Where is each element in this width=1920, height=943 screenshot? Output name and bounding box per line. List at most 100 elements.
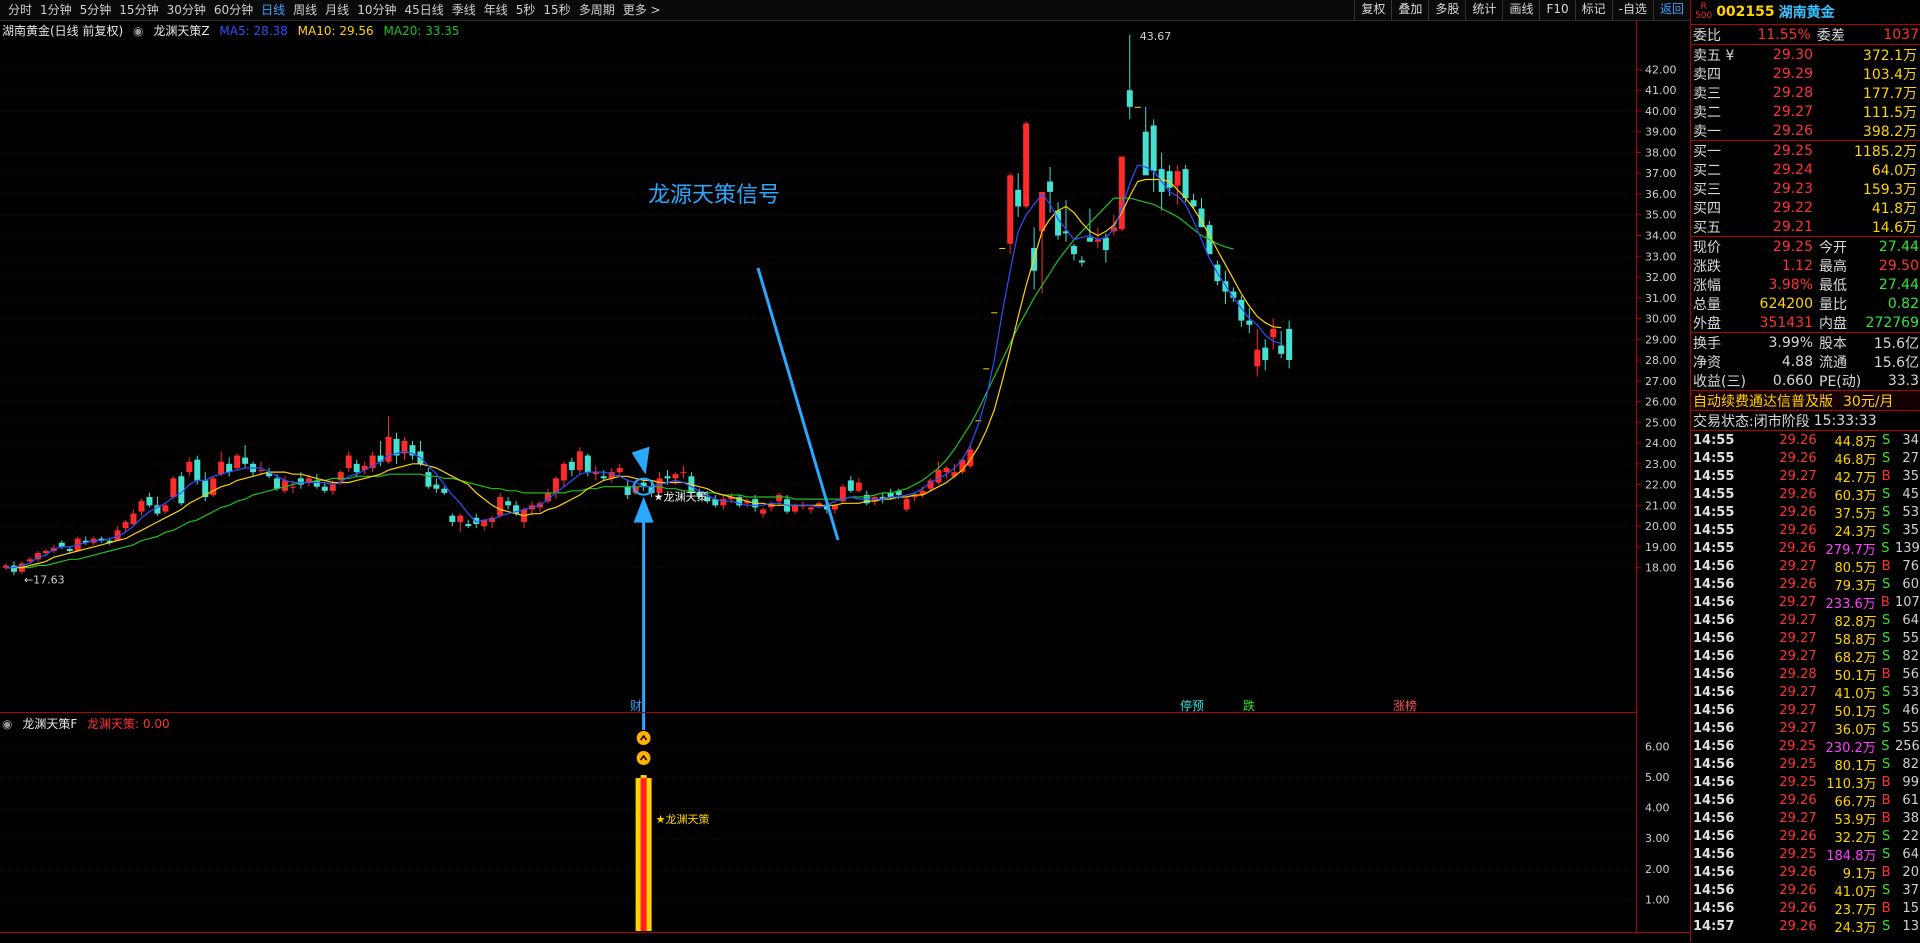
- stat-label: 外盘: [1693, 315, 1721, 332]
- period-tab[interactable]: 15分钟: [115, 0, 162, 20]
- tick-row[interactable]: 14:56 29.26 32.2万 S 22: [1691, 827, 1920, 846]
- period-tab[interactable]: 日线: [257, 0, 289, 20]
- tick-side: S: [1882, 432, 1891, 448]
- indicator-toggle-icon[interactable]: ◉: [133, 24, 143, 38]
- stat-row: 外盘 351431 内盘 272769: [1691, 313, 1920, 332]
- tick-row[interactable]: 14:56 29.26 9.1万 B 20: [1691, 863, 1920, 882]
- tick-volume: 24.3万: [1834, 524, 1877, 540]
- ask-row: 卖一 29.26 398.2万: [1691, 121, 1920, 140]
- tick-row[interactable]: 14:56 29.26 66.7万 B 61: [1691, 791, 1920, 810]
- tick-row[interactable]: 14:56 29.25 80.1万 S 82: [1691, 755, 1920, 774]
- period-tab[interactable]: 年线: [480, 0, 512, 20]
- tick-row[interactable]: 14:55 29.26 279.7万 S 139: [1691, 539, 1920, 558]
- tick-row[interactable]: 14:56 29.25 110.3万 B 99: [1691, 773, 1920, 792]
- candle-body: [138, 501, 145, 512]
- period-tab[interactable]: 月线: [321, 0, 353, 20]
- sub-indicator-name[interactable]: 龙渊天策F: [22, 717, 77, 731]
- candle-body: [385, 436, 392, 462]
- candle-body: [425, 472, 432, 487]
- tool-button[interactable]: F10: [1539, 0, 1574, 20]
- tick-row[interactable]: 14:55 29.26 44.8万 S 34: [1691, 431, 1920, 450]
- tick-row[interactable]: 14:56 29.26 23.7万 B 15: [1691, 899, 1920, 918]
- tick-row[interactable]: 14:56 29.25 184.8万 S 64: [1691, 845, 1920, 864]
- tick-list[interactable]: 14:55 29.26 44.8万 S 34 14:55 29.26 46.8万 S 27 14:5…: [1691, 431, 1920, 936]
- tick-row[interactable]: 14:55 29.26 37.5万 S 53: [1691, 503, 1920, 522]
- tick-row[interactable]: 14:57 29.26 24.3万 S 13: [1691, 917, 1920, 936]
- period-tab[interactable]: 多周期: [575, 0, 619, 20]
- tick-count: 53: [1902, 684, 1919, 700]
- period-tab[interactable]: 5分钟: [76, 0, 116, 20]
- tick-row[interactable]: 14:56 29.27 50.1万 S 46: [1691, 701, 1920, 720]
- tick-row[interactable]: 14:56 29.25 230.2万 S 256: [1691, 737, 1920, 756]
- tool-button[interactable]: 叠加: [1391, 0, 1428, 20]
- period-tab[interactable]: 30分钟: [163, 0, 210, 20]
- tick-row[interactable]: 14:55 29.26 60.3万 S 45: [1691, 485, 1920, 504]
- period-tab[interactable]: 1分钟: [36, 0, 76, 20]
- stock-name[interactable]: 湖南黄金: [1779, 2, 1835, 22]
- stock-code[interactable]: 002155: [1716, 4, 1774, 20]
- tick-row[interactable]: 14:56 29.27 68.2万 S 82: [1691, 647, 1920, 666]
- signal-bar-label: ★龙渊天策: [656, 812, 710, 826]
- bid-volume: 14.6万: [1871, 219, 1917, 236]
- tick-row[interactable]: 14:55 29.27 42.7万 B 35: [1691, 467, 1920, 486]
- sub-tick-label: 2.00: [1645, 863, 1670, 876]
- kline-chart[interactable]: 湖南黄金(日线 前复权) ◉ 龙渊天策Z MA5: 28.38 MA10: 29…: [0, 20, 1636, 713]
- sub-tick-label: 4.00: [1645, 802, 1670, 815]
- price-tick-label: 27.00: [1645, 375, 1677, 388]
- candle-body: [162, 505, 169, 512]
- tick-time: 14:55: [1693, 540, 1735, 556]
- period-tab[interactable]: 周线: [289, 0, 321, 20]
- tick-row[interactable]: 14:56 29.28 50.1万 B 56: [1691, 665, 1920, 684]
- period-tab[interactable]: 10分钟: [353, 0, 400, 20]
- candle-body: [242, 457, 249, 464]
- tick-row[interactable]: 14:56 29.27 41.0万 S 53: [1691, 683, 1920, 702]
- tool-button[interactable]: 复权: [1354, 0, 1391, 20]
- tick-side: S: [1882, 720, 1891, 736]
- tick-price: 29.26: [1778, 540, 1817, 556]
- tick-price: 29.27: [1779, 558, 1817, 574]
- period-tab[interactable]: 5秒: [512, 0, 540, 20]
- promo-banner[interactable]: 自动续费通达信普及版 30元/月: [1691, 391, 1920, 411]
- tick-row[interactable]: 14:56 29.26 79.3万 S 60: [1691, 575, 1920, 594]
- tick-row[interactable]: 14:55 29.26 46.8万 S 27: [1691, 449, 1920, 468]
- promo-text[interactable]: 自动续费通达信普及版: [1693, 391, 1833, 411]
- tool-button[interactable]: 画线: [1502, 0, 1539, 20]
- kline-plot[interactable]: 43.67 ←17.63 ★龙渊天策 龙源天策信号财 停预 跌 涨榜: [0, 20, 1636, 713]
- tick-row[interactable]: 14:56 29.27 36.0万 S 55: [1691, 719, 1920, 738]
- candle-body: [903, 499, 910, 510]
- tick-row[interactable]: 14:55 29.26 24.3万 S 35: [1691, 521, 1920, 540]
- indicator-plot[interactable]: ★龙渊天策: [0, 713, 1636, 933]
- tick-price: 29.26: [1779, 864, 1817, 880]
- sub-toggle-icon[interactable]: ◉: [2, 717, 12, 731]
- tick-row[interactable]: 14:56 29.27 58.8万 S 55: [1691, 629, 1920, 648]
- candle-body: [600, 476, 607, 479]
- tool-button[interactable]: 标记: [1574, 0, 1612, 20]
- tick-row[interactable]: 14:56 29.27 80.5万 B 76: [1691, 557, 1920, 576]
- tick-row[interactable]: 14:56 29.27 82.8万 S 64: [1691, 611, 1920, 630]
- indicator-chart[interactable]: ◉ 龙渊天策F 龙渊天策: 0.00 ★龙渊天策: [0, 712, 1636, 933]
- tool-button[interactable]: 多股: [1428, 0, 1465, 20]
- tick-count: 64: [1902, 846, 1919, 862]
- candle-body: [568, 461, 575, 471]
- candle-body: [289, 486, 296, 488]
- period-tab[interactable]: 更多 >: [619, 0, 665, 20]
- period-tab[interactable]: 15秒: [539, 0, 574, 20]
- period-tab[interactable]: 分时: [4, 0, 36, 20]
- tick-side: B: [1881, 558, 1891, 574]
- share-label: 收益(三): [1693, 373, 1746, 390]
- bid-row: 买三 29.23 159.3万: [1691, 179, 1920, 198]
- indicator-name[interactable]: 龙渊天策Z: [153, 24, 209, 38]
- stat-row: 总量 624200 量比 0.82: [1691, 294, 1920, 313]
- tool-button[interactable]: 统计: [1465, 0, 1502, 20]
- period-tab[interactable]: 60分钟: [210, 0, 257, 20]
- tick-row[interactable]: 14:56 29.27 53.9万 B 38: [1691, 809, 1920, 828]
- tick-count: 34: [1902, 432, 1919, 448]
- tool-button[interactable]: 返回: [1652, 0, 1690, 20]
- stat-value: 27.44: [1878, 238, 1919, 255]
- tool-button[interactable]: -自选: [1611, 0, 1653, 20]
- promo-price[interactable]: 30元/月: [1843, 391, 1894, 411]
- period-tab[interactable]: 季线: [448, 0, 480, 20]
- period-tab[interactable]: 45日线: [400, 0, 447, 20]
- tick-row[interactable]: 14:56 29.27 233.6万 B 107: [1691, 593, 1920, 612]
- tick-row[interactable]: 14:56 29.26 41.0万 S 37: [1691, 881, 1920, 900]
